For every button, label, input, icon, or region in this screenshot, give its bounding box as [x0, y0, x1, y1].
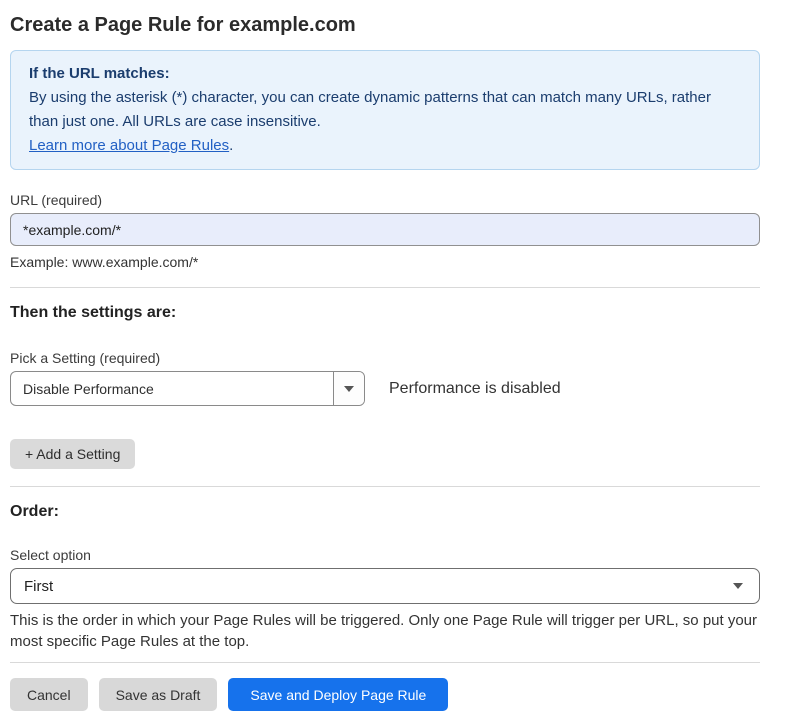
add-setting-button[interactable]: + Add a Setting	[10, 439, 135, 469]
setting-select-arrow-button[interactable]	[333, 372, 364, 405]
order-select-value: First	[24, 578, 53, 595]
order-select[interactable]: First	[10, 568, 760, 604]
setting-select-row: Disable Performance Performance is disab…	[10, 371, 760, 406]
pick-setting-label: Pick a Setting (required)	[10, 348, 760, 368]
info-box-link-line: Learn more about Page Rules.	[29, 134, 741, 158]
divider	[10, 287, 760, 288]
info-box-heading: If the URL matches:	[29, 62, 741, 86]
order-select-label: Select option	[10, 545, 760, 565]
order-section-heading: Order:	[10, 501, 760, 523]
url-match-info-box: If the URL matches: By using the asteris…	[10, 50, 760, 170]
url-field-label: URL (required)	[10, 190, 760, 210]
setting-select[interactable]: Disable Performance	[10, 371, 365, 406]
link-period: .	[229, 137, 233, 154]
info-box-body: By using the asterisk (*) character, you…	[29, 86, 741, 134]
create-page-rule-form: Create a Page Rule for example.com If th…	[0, 0, 790, 723]
divider	[10, 486, 760, 487]
save-and-deploy-button[interactable]: Save and Deploy Page Rule	[228, 678, 448, 711]
cancel-button[interactable]: Cancel	[10, 678, 88, 711]
footer-action-bar: Cancel Save as Draft Save and Deploy Pag…	[10, 678, 760, 711]
caret-down-icon	[344, 386, 354, 392]
learn-more-link[interactable]: Learn more about Page Rules	[29, 137, 229, 154]
divider	[10, 662, 760, 663]
setting-status-text: Performance is disabled	[389, 380, 561, 398]
url-input[interactable]	[10, 213, 760, 246]
url-example-helper: Example: www.example.com/*	[10, 253, 760, 271]
page-title: Create a Page Rule for example.com	[10, 12, 760, 38]
caret-down-icon	[733, 583, 743, 589]
setting-select-value: Disable Performance	[11, 372, 333, 405]
settings-section-heading: Then the settings are:	[10, 302, 760, 324]
order-helper-text: This is the order in which your Page Rul…	[10, 610, 758, 652]
save-as-draft-button[interactable]: Save as Draft	[99, 678, 218, 711]
